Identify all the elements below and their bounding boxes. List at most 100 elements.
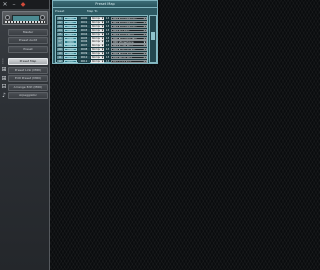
close-icon[interactable]: ✕ xyxy=(2,1,8,8)
preset-lcd[interactable]: 0008 xyxy=(64,48,77,52)
bank-select[interactable]: Rompr ▼ xyxy=(91,20,104,25)
preset-code-text: 0011 xyxy=(80,59,88,63)
bank-select-text: Rompr xyxy=(92,44,101,48)
preset-lcd[interactable]: 0011 xyxy=(64,59,77,64)
window-title[interactable]: Preset Map xyxy=(53,1,157,8)
sidebar-item-master[interactable]: Master xyxy=(0,28,49,36)
preset-map-grid: 01 0000 0000 Rompr ▼ 13 003 P-Ano/Rhodes ▼ 02 000… xyxy=(55,15,148,64)
minimize-icon[interactable]: – xyxy=(11,1,17,8)
nav-button[interactable]: Preset Map xyxy=(8,58,48,65)
bank-select[interactable]: Rompr ▼ xyxy=(91,17,104,21)
bank-select-text: Rompr xyxy=(92,56,101,59)
sidebar-item-edit-preset-midi[interactable]: ⊞ Edit Preset (MIDI) xyxy=(0,75,49,83)
sidebar-item-preset-audit[interactable]: Preset Audit xyxy=(0,37,49,45)
nav-button[interactable]: Preset xyxy=(8,45,48,53)
preset-lcd-text: 0011 xyxy=(67,60,74,64)
chevron-down-icon[interactable]: ▼ xyxy=(102,60,104,63)
map-to-select-text: 005 Ensemble Blw xyxy=(113,37,137,40)
chevron-down-icon[interactable]: ▼ xyxy=(144,61,146,62)
preset-code-text: 0001 xyxy=(80,20,88,24)
map-to-select[interactable]: 002 P-Ano/Rhodes ▼ xyxy=(111,24,147,28)
bank-select[interactable]: Rompr ▼ xyxy=(91,24,104,28)
preset-lcd[interactable]: 0007 xyxy=(64,44,77,48)
map-to-select[interactable]: 010 Warm Pad ▼ xyxy=(111,56,147,60)
map-to-select[interactable]: 003 Slw Strg ▼ xyxy=(111,28,147,32)
preset-number: 12 xyxy=(57,59,63,64)
chevron-down-icon[interactable]: ▼ xyxy=(102,56,104,59)
preset-lcd-text: 0006 xyxy=(67,41,74,44)
map-to-select[interactable]: 009 Brass Sect ▼ xyxy=(111,52,147,56)
bank-select[interactable]: Rompr ▼ xyxy=(91,32,104,36)
map-to-select[interactable]: 003 P-Ano/Rhodes ▼ xyxy=(111,17,147,21)
chevron-down-icon[interactable]: ▼ xyxy=(102,44,104,47)
preset-lcd-text: 0002 xyxy=(67,25,74,28)
preset-lcd[interactable]: 0003 xyxy=(64,28,77,32)
nav-button[interactable]: Arrange Edit (MIDI) xyxy=(8,83,48,91)
sidebar-item-preset[interactable]: Preset xyxy=(0,45,49,53)
preset-lcd[interactable]: 0004 xyxy=(64,32,77,36)
chevron-down-icon[interactable]: ▼ xyxy=(102,48,104,51)
chevron-down-icon[interactable]: ▼ xyxy=(102,40,104,43)
map-to-select[interactable]: 005 Ensemble Blw ▼ xyxy=(111,36,147,40)
bank-select[interactable]: Rompr ▼ xyxy=(91,48,104,52)
map-to-select[interactable]: 008 Funky Guitar ▼ xyxy=(111,48,147,52)
bank-value-text: 13 xyxy=(105,20,110,24)
chevron-down-icon[interactable]: ▼ xyxy=(102,52,104,55)
preset-lcd[interactable]: 0002 xyxy=(64,24,77,28)
preset-lcd[interactable]: 0010 xyxy=(64,56,77,60)
bank-select[interactable]: Rompr ▼ xyxy=(91,56,104,60)
chevron-down-icon[interactable]: ▼ xyxy=(102,17,104,20)
preset-lcd[interactable]: 0001 xyxy=(64,20,77,25)
preset-number: 02 xyxy=(57,20,63,25)
chevron-down-icon[interactable]: ▼ xyxy=(144,26,146,27)
nav-button[interactable]: Arpeggiator xyxy=(8,92,48,99)
bank-value: 13 xyxy=(105,48,110,51)
preset-lcd[interactable]: 0006 xyxy=(64,40,77,44)
bank-select[interactable]: Rompr ▼ xyxy=(91,28,104,32)
preset-lcd[interactable]: 0005 xyxy=(64,36,77,40)
chevron-down-icon[interactable]: ▼ xyxy=(102,21,104,24)
preset-code-text: 0008 xyxy=(80,48,88,52)
sidebar-item-arpeggiator[interactable]: ♪ Arpeggiator xyxy=(0,92,49,100)
chevron-down-icon[interactable]: ▼ xyxy=(102,37,104,40)
chevron-down-icon[interactable]: ▼ xyxy=(144,49,146,50)
chevron-down-icon[interactable]: ▼ xyxy=(144,41,146,42)
chevron-down-icon[interactable]: ▼ xyxy=(144,38,146,39)
bank-select[interactable]: Rompr ▼ xyxy=(91,40,104,44)
map-to-select[interactable]: 001 P-Ano/Rhodes ▼ xyxy=(111,20,147,25)
nav-button[interactable]: Preset Audit xyxy=(8,37,48,44)
chevron-down-icon[interactable]: ▼ xyxy=(144,53,146,54)
map-to-select[interactable]: 004 Sweet Strgs ▼ xyxy=(111,32,147,36)
preset-code: 0004 xyxy=(78,32,90,36)
chevron-down-icon[interactable]: ▼ xyxy=(102,33,104,36)
bank-select[interactable]: Rompr ▼ xyxy=(91,59,104,64)
bank-select[interactable]: Rompr ▼ xyxy=(91,36,104,40)
nav-button[interactable]: Master xyxy=(8,28,48,36)
nav-icon xyxy=(0,37,8,45)
chevron-down-icon[interactable]: ▼ xyxy=(144,22,146,23)
map-to-select[interactable]: 011 Lead Saw ▼ xyxy=(111,59,147,64)
nav-button[interactable]: Preset Link (MIDI) xyxy=(8,66,48,74)
preset-lcd[interactable]: 0000 xyxy=(64,17,77,21)
chevron-down-icon[interactable]: ▼ xyxy=(144,57,146,58)
bank-select[interactable]: Rompr ▼ xyxy=(91,52,104,56)
sidebar-item-preset-map[interactable]: ⋮⋮ Preset Map xyxy=(0,58,49,66)
nav-button[interactable]: Edit Preset (MIDI) xyxy=(8,75,48,82)
chevron-down-icon[interactable]: ▼ xyxy=(144,45,146,46)
map-to-select[interactable]: 006 Vibraphone ▼ xyxy=(111,40,147,44)
chevron-down-icon[interactable]: ▼ xyxy=(144,34,146,35)
chevron-down-icon[interactable]: ▼ xyxy=(144,30,146,31)
preset-lcd[interactable]: 0009 xyxy=(64,52,77,56)
chevron-down-icon[interactable]: ▼ xyxy=(144,18,146,19)
chevron-down-icon[interactable]: ▼ xyxy=(102,25,104,28)
sidebar-item-arrange-edit-midi[interactable]: ⊟ Arrange Edit (MIDI) xyxy=(0,83,49,91)
sidebar-item-preset-link-midi[interactable]: ⊞ Preset Link (MIDI) xyxy=(0,66,49,74)
bank-value: 13 xyxy=(105,40,110,43)
chevron-down-icon[interactable]: ▼ xyxy=(102,29,104,32)
map-to-select[interactable]: 007 Synth Bass ▼ xyxy=(111,44,147,48)
sidebar: ✕ – ◆ Master Preset Audit Preset ⋮⋮ Preset M… xyxy=(0,0,50,270)
bank-select[interactable]: Rompr ▼ xyxy=(91,44,104,48)
bank-value-text: 13 xyxy=(105,24,110,28)
scrollbar-thumb[interactable] xyxy=(151,32,155,40)
vertical-scrollbar[interactable] xyxy=(149,15,157,63)
